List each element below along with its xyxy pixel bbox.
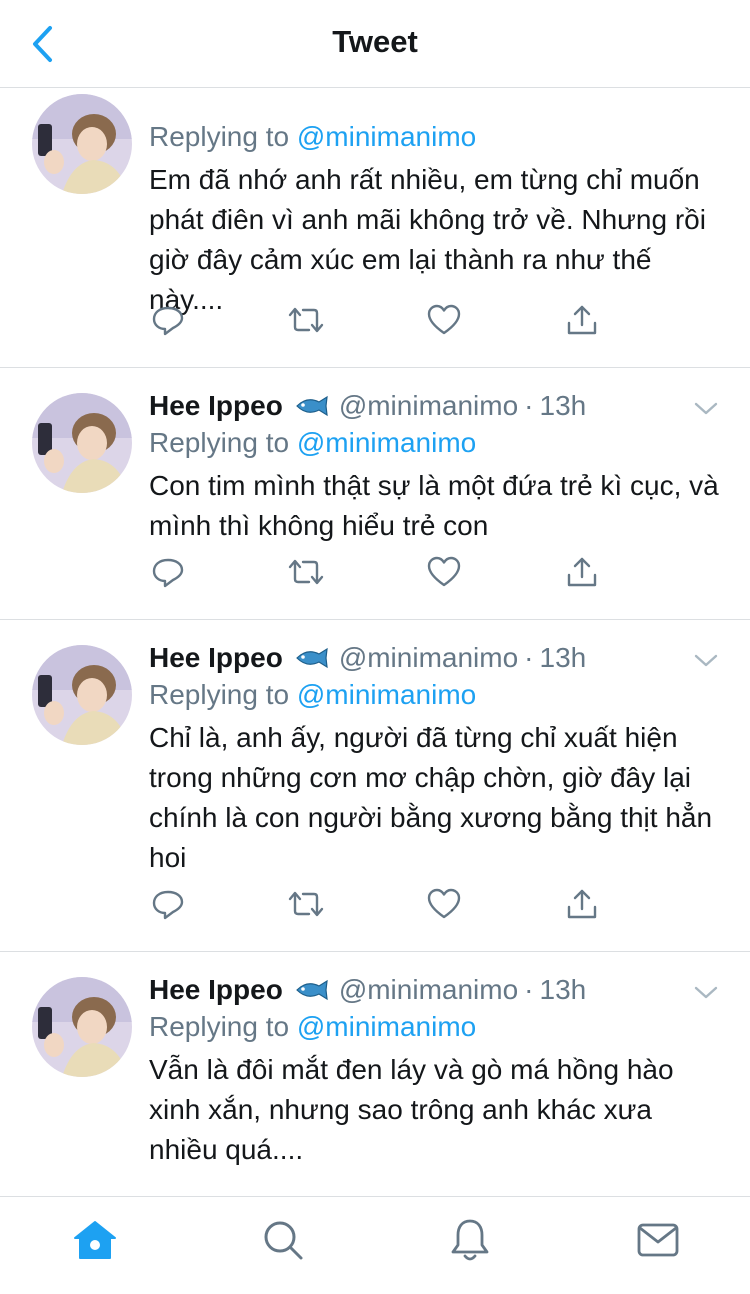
reply-button[interactable] [150, 554, 186, 590]
share-icon [567, 557, 597, 587]
like-icon [427, 304, 461, 335]
separator-dot: · [524, 390, 534, 421]
like-button[interactable] [426, 302, 462, 338]
avatar-photo [32, 94, 132, 194]
notifications-icon [451, 1219, 489, 1261]
chevron-down-icon[interactable] [692, 398, 720, 418]
reply-icon [152, 890, 184, 920]
tweet-item[interactable]: Hee Ippeo @minimanimo · 13h Replying to … [0, 368, 750, 620]
tab-search[interactable] [258, 1215, 308, 1265]
tab-messages[interactable] [633, 1215, 683, 1265]
search-icon [264, 1221, 303, 1260]
reply-button[interactable] [150, 886, 186, 922]
tweet-header: Hee Ippeo @minimanimo · 13h [149, 388, 722, 424]
page-title: Tweet [332, 24, 418, 59]
replying-to-handle-link[interactable]: @minimanimo [297, 121, 476, 152]
tab-home[interactable] [70, 1215, 120, 1265]
like-icon [427, 556, 461, 587]
avatar-photo [32, 645, 132, 745]
timestamp[interactable]: 13h [540, 388, 587, 424]
separator-dot: · [524, 974, 534, 1005]
home-icon [74, 1221, 116, 1259]
retweet-button[interactable] [288, 554, 324, 590]
tweet-actions [150, 886, 600, 922]
replying-to-handle-link[interactable]: @minimanimo [297, 679, 476, 710]
separator-dot: · [524, 642, 534, 673]
fish-icon [293, 978, 331, 1002]
share-button[interactable] [564, 886, 600, 922]
reply-icon [152, 558, 184, 588]
reply-button[interactable] [150, 302, 186, 338]
user-handle[interactable]: @minimanimo [339, 388, 518, 424]
retweet-button[interactable] [288, 886, 324, 922]
replying-to-label: Replying to [149, 121, 290, 152]
user-handle[interactable]: @minimanimo [339, 640, 518, 676]
display-name[interactable]: Hee Ippeo [149, 388, 283, 424]
replying-to: Replying to @minimanimo [149, 424, 722, 462]
tweet-actions [150, 302, 600, 338]
replying-to-handle-link[interactable]: @minimanimo [297, 427, 476, 458]
tweet-text: Con tim mình thật sự là một đứa trẻ kì c… [149, 470, 719, 541]
avatar[interactable] [32, 393, 132, 493]
tweet-item[interactable]: Hee Ippeo @minimanimo · 13h Replying to … [0, 952, 750, 1196]
top-navigation-bar: Tweet [0, 0, 750, 88]
bottom-tab-bar [0, 1196, 750, 1294]
tweet-header [149, 88, 722, 118]
messages-icon [637, 1223, 679, 1257]
share-icon [567, 889, 597, 919]
retweet-icon [288, 559, 324, 585]
replying-to-handle-link[interactable]: @minimanimo [297, 1011, 476, 1042]
tweet-text: Em đã nhớ anh rất nhiều, em từng chỉ muố… [149, 164, 706, 315]
tweet-header: Hee Ippeo @minimanimo · 13h [149, 972, 722, 1008]
display-name[interactable]: Hee Ippeo [149, 640, 283, 676]
timestamp[interactable]: 13h [540, 640, 587, 676]
replying-to: Replying to @minimanimo [149, 118, 722, 156]
replying-to-label: Replying to [149, 427, 290, 458]
tweet-header: Hee Ippeo @minimanimo · 13h [149, 640, 722, 676]
display-name[interactable]: Hee Ippeo [149, 972, 283, 1008]
avatar-photo [32, 393, 132, 493]
like-button[interactable] [426, 886, 462, 922]
fish-icon [293, 646, 331, 670]
share-button[interactable] [564, 554, 600, 590]
avatar[interactable] [32, 645, 132, 745]
user-handle[interactable]: @minimanimo [339, 972, 518, 1008]
avatar[interactable] [32, 94, 132, 194]
tweet-text: Chỉ là, anh ấy, người đã từng chỉ xuất h… [149, 722, 713, 873]
replying-to-label: Replying to [149, 1011, 290, 1042]
tweet-thread: Replying to @minimanimo Em đã nhớ anh rấ… [0, 88, 750, 1196]
like-icon [427, 888, 461, 919]
tweet-actions [150, 554, 600, 590]
tweet-text: Vẫn là đôi mắt đen láy và gò má hồng hào… [149, 1054, 674, 1165]
share-button[interactable] [564, 302, 600, 338]
replying-to: Replying to @minimanimo [149, 1008, 722, 1046]
replying-to: Replying to @minimanimo [149, 676, 722, 714]
avatar-photo [32, 977, 132, 1077]
avatar[interactable] [32, 977, 132, 1077]
chevron-down-icon[interactable] [692, 982, 720, 1002]
tweet-item[interactable]: Hee Ippeo @minimanimo · 13h Replying to … [0, 620, 750, 952]
retweet-icon [288, 891, 324, 917]
fish-icon [293, 394, 331, 418]
retweet-button[interactable] [288, 302, 324, 338]
tweet-item[interactable]: Replying to @minimanimo Em đã nhớ anh rấ… [0, 88, 750, 368]
timestamp[interactable]: 13h [540, 972, 587, 1008]
share-icon [567, 305, 597, 335]
replying-to-label: Replying to [149, 679, 290, 710]
like-button[interactable] [426, 554, 462, 590]
retweet-icon [288, 307, 324, 333]
tab-notifications[interactable] [445, 1215, 495, 1265]
chevron-down-icon[interactable] [692, 650, 720, 670]
reply-icon [152, 306, 184, 336]
